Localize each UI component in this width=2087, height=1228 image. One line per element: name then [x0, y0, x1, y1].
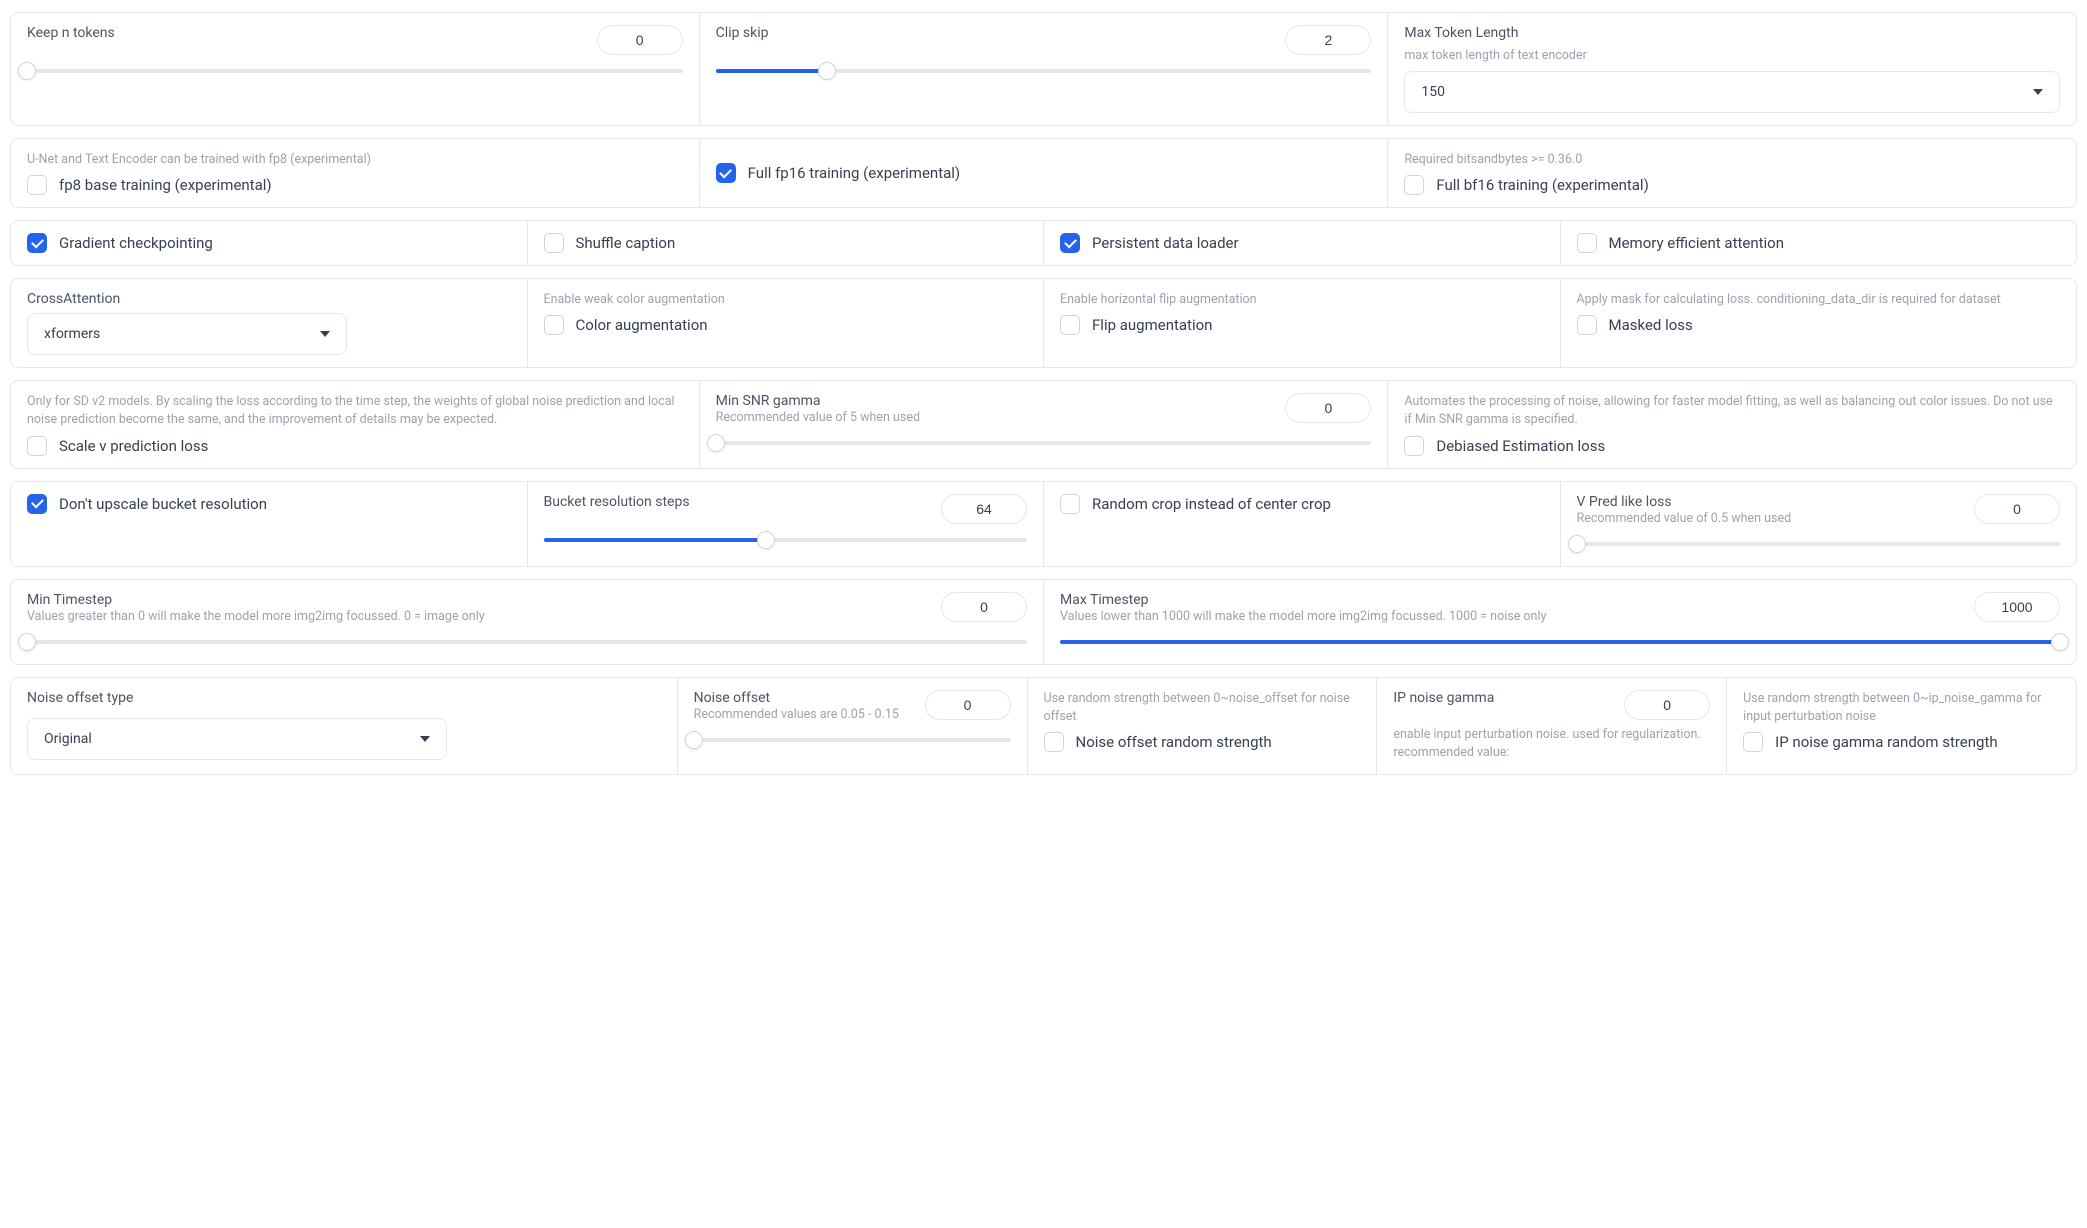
max-timestep-input[interactable]	[1974, 592, 2060, 622]
shuffle-caption-label: Shuffle caption	[576, 234, 676, 252]
debiased-hint: Automates the processing of noise, allow…	[1404, 393, 2060, 429]
color-augmentation-checkbox[interactable]	[544, 315, 564, 335]
flip-aug-hint: Enable horizontal flip augmentation	[1060, 291, 1544, 309]
ip-noise-gamma-random-checkbox[interactable]	[1743, 732, 1763, 752]
cross-attention-select[interactable]: xformers	[27, 313, 347, 355]
bf16-label: Full bf16 training (experimental)	[1436, 176, 1648, 194]
min-snr-gamma-slider[interactable]	[716, 433, 1372, 453]
min-timestep-hint: Values greater than 0 will make the mode…	[27, 608, 485, 626]
debiased-estimation-loss-checkbox[interactable]	[1404, 436, 1424, 456]
noise-offset-input[interactable]	[925, 690, 1011, 720]
random-crop-checkbox[interactable]	[1060, 494, 1080, 514]
cross-attention-label: CrossAttention	[27, 291, 511, 307]
masked-loss-checkbox[interactable]	[1577, 315, 1597, 335]
max-timestep-label: Max Timestep	[1060, 592, 1546, 608]
scale-v-prediction-loss-checkbox[interactable]	[27, 436, 47, 456]
flip-augmentation-checkbox[interactable]	[1060, 315, 1080, 335]
max-token-length-label: Max Token Length	[1404, 25, 2060, 41]
max-token-length-value: 150	[1421, 84, 1445, 100]
gradient-checkpointing-checkbox[interactable]	[27, 233, 47, 253]
bf16-checkbox[interactable]	[1404, 175, 1424, 195]
persistent-data-loader-checkbox[interactable]	[1060, 233, 1080, 253]
v-pred-like-loss-label: V Pred like loss	[1577, 494, 1792, 510]
noise-offset-type-select[interactable]: Original	[27, 718, 447, 760]
bf16-hint: Required bitsandbytes >= 0.36.0	[1404, 151, 2060, 169]
max-timestep-slider[interactable]	[1060, 632, 2060, 652]
noise-offset-slider[interactable]	[694, 730, 1011, 750]
masked-loss-hint: Apply mask for calculating loss. conditi…	[1577, 291, 2061, 309]
random-crop-label: Random crop instead of center crop	[1092, 495, 1331, 513]
chevron-down-icon	[2033, 89, 2043, 95]
min-snr-gamma-input[interactable]	[1285, 393, 1371, 423]
ip-noise-gamma-random-label: IP noise gamma random strength	[1775, 733, 1997, 751]
min-timestep-input[interactable]	[941, 592, 1027, 622]
noise-offset-hint: Recommended values are 0.05 - 0.15	[694, 706, 899, 724]
clip-skip-input[interactable]	[1285, 25, 1371, 55]
memory-efficient-attention-label: Memory efficient attention	[1609, 234, 1785, 252]
max-timestep-hint: Values lower than 1000 will make the mod…	[1060, 608, 1546, 626]
flip-augmentation-label: Flip augmentation	[1092, 316, 1212, 334]
bucket-resolution-steps-label: Bucket resolution steps	[544, 494, 690, 510]
color-aug-hint: Enable weak color augmentation	[544, 291, 1028, 309]
min-snr-gamma-label: Min SNR gamma	[716, 393, 920, 409]
no-upscale-bucket-checkbox[interactable]	[27, 494, 47, 514]
fp8-hint: U-Net and Text Encoder can be trained wi…	[27, 151, 683, 169]
gradient-checkpointing-label: Gradient checkpointing	[59, 234, 213, 252]
memory-efficient-attention-checkbox[interactable]	[1577, 233, 1597, 253]
fp16-checkbox[interactable]	[716, 163, 736, 183]
ip-noise-gamma-input[interactable]	[1624, 690, 1710, 720]
noise-offset-label: Noise offset	[694, 690, 899, 706]
min-snr-gamma-hint: Recommended value of 5 when used	[716, 409, 920, 427]
max-token-length-select[interactable]: 150	[1404, 71, 2060, 113]
clip-skip-label: Clip skip	[716, 25, 769, 41]
noise-offset-type-label: Noise offset type	[27, 690, 661, 706]
ip-noise-gamma-random-hint: Use random strength between 0~ip_noise_g…	[1743, 690, 2060, 726]
min-timestep-label: Min Timestep	[27, 592, 485, 608]
scale-v-hint: Only for SD v2 models. By scaling the lo…	[27, 393, 683, 429]
debiased-estimation-loss-label: Debiased Estimation loss	[1436, 437, 1605, 455]
keep-n-tokens-label: Keep n tokens	[27, 25, 115, 41]
bucket-resolution-steps-input[interactable]	[941, 494, 1027, 524]
v-pred-like-loss-hint: Recommended value of 0.5 when used	[1577, 510, 1792, 528]
v-pred-like-loss-slider[interactable]	[1577, 534, 2061, 554]
persistent-data-loader-label: Persistent data loader	[1092, 234, 1239, 252]
chevron-down-icon	[420, 736, 430, 742]
clip-skip-slider[interactable]	[716, 61, 1372, 81]
shuffle-caption-checkbox[interactable]	[544, 233, 564, 253]
ip-noise-gamma-hint: enable input perturbation noise. used fo…	[1393, 726, 1710, 762]
fp8-label: fp8 base training (experimental)	[59, 176, 272, 194]
noise-offset-type-value: Original	[44, 731, 92, 747]
scale-v-prediction-loss-label: Scale v prediction loss	[59, 437, 208, 455]
no-upscale-bucket-label: Don't upscale bucket resolution	[59, 495, 267, 513]
noise-offset-random-label: Noise offset random strength	[1076, 733, 1272, 751]
min-timestep-slider[interactable]	[27, 632, 1027, 652]
chevron-down-icon	[320, 331, 330, 337]
keep-n-tokens-input[interactable]	[597, 25, 683, 55]
fp16-label: Full fp16 training (experimental)	[748, 164, 960, 182]
color-augmentation-label: Color augmentation	[576, 316, 708, 334]
ip-noise-gamma-label: IP noise gamma	[1393, 690, 1494, 706]
v-pred-like-loss-input[interactable]	[1974, 494, 2060, 524]
keep-n-tokens-slider[interactable]	[27, 61, 683, 81]
cross-attention-value: xformers	[44, 326, 100, 342]
bucket-resolution-steps-slider[interactable]	[544, 530, 1028, 550]
noise-offset-random-checkbox[interactable]	[1044, 732, 1064, 752]
max-token-length-hint: max token length of text encoder	[1404, 47, 2060, 65]
masked-loss-label: Masked loss	[1609, 316, 1693, 334]
fp8-checkbox[interactable]	[27, 175, 47, 195]
noise-offset-random-hint: Use random strength between 0~noise_offs…	[1044, 690, 1361, 726]
